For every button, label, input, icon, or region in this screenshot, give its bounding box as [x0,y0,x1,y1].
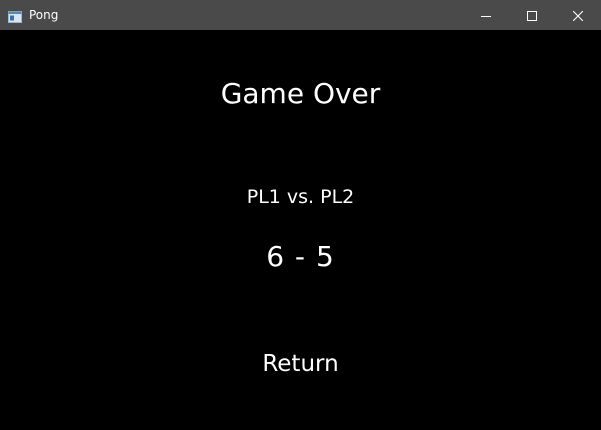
minimize-icon [481,6,491,25]
game-over-heading: Game Over [220,77,381,110]
maximize-icon [527,6,537,25]
pong-window: Pong Game Over PL1 vs. PL2 6 - 5 Return [0,0,601,430]
title-bar[interactable]: Pong [0,0,601,30]
app-window-icon [8,8,22,23]
return-button[interactable]: Return [230,346,371,382]
minimize-button[interactable] [463,0,509,30]
game-over-screen: Game Over PL1 vs. PL2 6 - 5 Return [0,30,601,430]
maximize-button[interactable] [509,0,555,30]
players-label: PL1 vs. PL2 [246,186,355,208]
close-button[interactable] [555,0,601,30]
close-icon [572,6,584,25]
final-score: 6 - 5 [266,240,335,273]
window-title: Pong [29,8,59,22]
